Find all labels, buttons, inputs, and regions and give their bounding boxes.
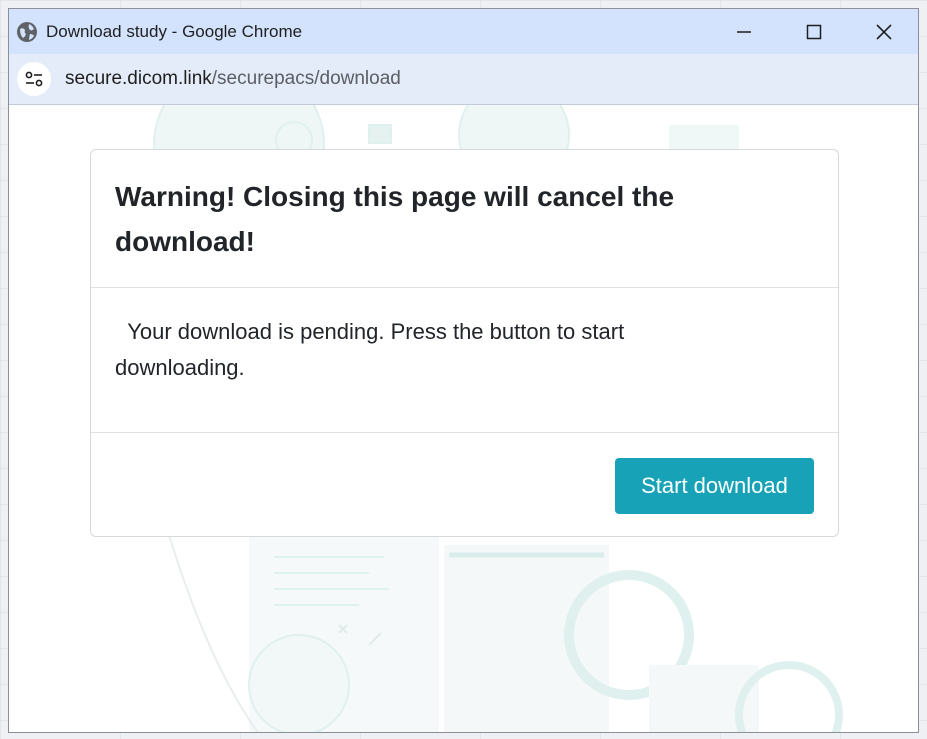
dialog-body: Your download is pending. Press the butt… xyxy=(91,288,838,433)
download-dialog: Warning! Closing this page will cancel t… xyxy=(90,149,839,537)
start-download-button[interactable]: Start download xyxy=(615,458,814,514)
close-icon xyxy=(876,24,892,40)
browser-window: Download study - Google Chrome secure.di… xyxy=(8,8,919,733)
page-content: Warning! Closing this page will cancel t… xyxy=(9,105,918,732)
maximize-icon xyxy=(806,24,822,40)
url-path: /securepacs/download xyxy=(211,68,401,89)
title-bar[interactable]: Download study - Google Chrome xyxy=(9,9,918,54)
tune-icon xyxy=(25,71,43,87)
dialog-footer: Start download xyxy=(91,433,838,536)
url-text[interactable]: secure.dicom.link/securepacs/download xyxy=(65,68,401,90)
minimize-button[interactable] xyxy=(710,9,778,54)
address-bar: secure.dicom.link/securepacs/download xyxy=(9,54,918,105)
site-info-button[interactable] xyxy=(17,62,51,96)
dialog-title: Warning! Closing this page will cancel t… xyxy=(115,181,675,257)
globe-icon xyxy=(17,22,37,42)
maximize-button[interactable] xyxy=(780,9,848,54)
close-button[interactable] xyxy=(850,9,918,54)
window-title: Download study - Google Chrome xyxy=(46,22,303,41)
dialog-header: Warning! Closing this page will cancel t… xyxy=(91,150,838,288)
minimize-icon xyxy=(737,31,751,33)
url-domain: secure.dicom.link xyxy=(65,68,212,89)
dialog-message: Your download is pending. Press the butt… xyxy=(115,319,625,380)
